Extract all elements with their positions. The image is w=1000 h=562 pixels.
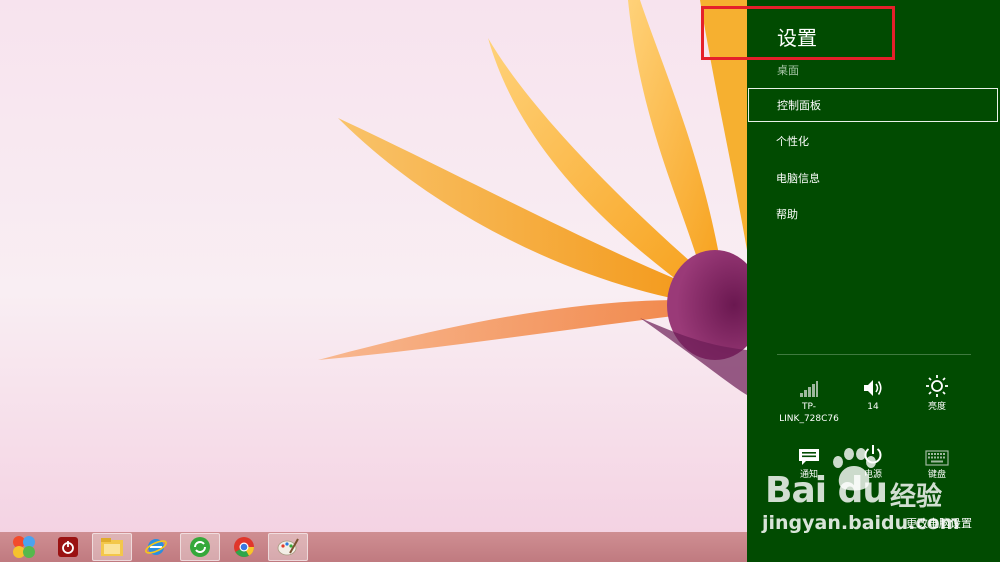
green-refresh-app-icon [190, 537, 210, 557]
pane-divider [777, 354, 971, 355]
quick-setting-brightness[interactable]: 亮度 [901, 372, 973, 413]
taskbar-paint[interactable] [268, 533, 308, 561]
quick-setting-label: TP-LINK_728C76 [779, 402, 839, 424]
taskbar [0, 532, 747, 562]
menu-item-label: 个性化 [776, 135, 809, 148]
paint-icon [277, 538, 299, 556]
menu-item-help[interactable]: 帮助 [748, 198, 998, 232]
taskbar-internet-explorer[interactable] [136, 533, 176, 561]
quick-setting-label: 电源 [863, 470, 882, 480]
taskbar-shutdown-app[interactable] [48, 533, 88, 561]
quick-setting-notifications[interactable]: 通知 [773, 440, 845, 481]
quick-setting-label: 键盘 [927, 470, 946, 480]
menu-item-label: 控制面板 [777, 99, 821, 112]
menu-item-label: 帮助 [776, 208, 798, 221]
keyboard-icon [925, 450, 949, 466]
taskbar-start-button[interactable] [4, 533, 44, 561]
menu-item-control-panel[interactable]: 控制面板 [748, 88, 998, 122]
power-icon [864, 445, 882, 464]
internet-explorer-icon [145, 539, 167, 555]
taskbar-chrome[interactable] [224, 533, 264, 561]
menu-item-pc-info[interactable]: 电脑信息 [748, 162, 998, 196]
file-explorer-icon [101, 538, 123, 556]
quick-setting-label: 亮度 [927, 402, 946, 412]
shutdown-app-icon [58, 537, 78, 557]
change-pc-settings-link[interactable]: 更改电脑设置 [906, 515, 972, 531]
quick-setting-power[interactable]: 电源 [837, 440, 909, 481]
wifi-signal-icon [800, 381, 818, 397]
settings-charm-pane: 设置 桌面 控制面板 个性化 电脑信息 帮助 TP-LINK_728C76 14… [747, 0, 1000, 562]
quick-setting-volume[interactable]: 14 [837, 372, 909, 413]
flower-wallpaper-image [318, 0, 747, 395]
quick-setting-network[interactable]: TP-LINK_728C76 [773, 372, 845, 425]
desktop-wallpaper [0, 0, 747, 532]
menu-item-label: 电脑信息 [776, 172, 820, 185]
quick-setting-label: 14 [867, 402, 879, 412]
start-orb-icon [13, 536, 35, 558]
chrome-icon [234, 537, 255, 558]
brightness-icon [926, 375, 948, 397]
taskbar-file-explorer[interactable] [92, 533, 132, 561]
quick-setting-label: 通知 [799, 470, 818, 480]
quick-setting-keyboard[interactable]: 键盘 [901, 440, 973, 481]
volume-icon [864, 380, 882, 396]
taskbar-green-refresh-app[interactable] [180, 533, 220, 561]
menu-item-personalization[interactable]: 个性化 [748, 125, 998, 159]
highlight-annotation-box [701, 6, 895, 60]
notifications-icon [799, 449, 819, 465]
pane-subtitle: 桌面 [777, 64, 799, 77]
